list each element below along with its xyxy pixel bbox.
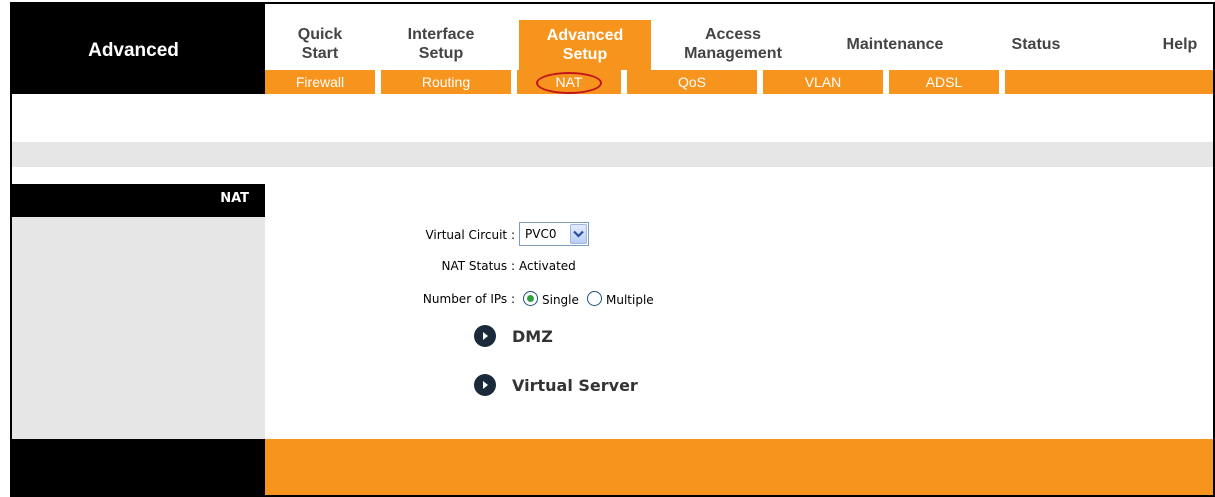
radio-multiple[interactable]: [587, 291, 602, 306]
tab-label-line1: Advanced: [546, 27, 624, 44]
radio-single-label: Single: [542, 293, 579, 307]
subtab-vlan[interactable]: VLAN: [763, 70, 883, 94]
section-title: NAT: [220, 191, 249, 206]
tab-interface-setup[interactable]: Interface Setup: [381, 18, 501, 70]
number-of-ips-label: Number of IPs :: [422, 292, 515, 306]
tab-quick-start[interactable]: Quick Start: [265, 18, 375, 70]
virtual-circuit-value: PVC0: [525, 227, 557, 241]
virtual-circuit-select[interactable]: PVC0: [519, 222, 589, 246]
virtual-circuit-label: Virtual Circuit :: [425, 228, 515, 242]
footer-left: [12, 439, 265, 495]
tab-access-management[interactable]: Access Management: [663, 18, 803, 70]
tab-label-line1: Quick: [297, 26, 343, 43]
tab-status[interactable]: Status: [993, 18, 1079, 70]
section-header: NAT: [12, 184, 265, 217]
tab-label-line1: Status: [1011, 35, 1061, 53]
tab-label-line1: Maintenance: [846, 35, 944, 53]
tab-label-line2: Setup: [562, 46, 608, 63]
tab-label-line1: Interface: [407, 26, 475, 43]
arrow-right-icon: [474, 325, 496, 347]
tab-advanced-setup[interactable]: Advanced Setup: [519, 20, 651, 70]
tab-label-line2: Start: [301, 45, 339, 62]
subtab-firewall[interactable]: Firewall: [265, 70, 375, 94]
subtab-adsl[interactable]: ADSL: [889, 70, 999, 94]
dmz-link[interactable]: DMZ: [474, 325, 553, 347]
tab-help[interactable]: Help: [1145, 18, 1213, 70]
radio-multiple-label: Multiple: [606, 293, 654, 307]
tab-label-line2: Setup: [418, 45, 464, 62]
chevron-down-icon: [570, 224, 587, 244]
divider-band: [12, 142, 1213, 167]
tab-label-line1: Help: [1162, 35, 1198, 53]
tab-label-line1: Access: [704, 26, 762, 43]
sub-nav: Firewall Routing NAT QoS VLAN ADSL: [265, 70, 1213, 94]
sidebar-panel: [12, 217, 265, 439]
radio-single[interactable]: [523, 291, 538, 306]
nat-status-value: Activated: [519, 259, 576, 273]
main-nav: Quick Start Interface Setup Advanced Setup …: [265, 4, 1213, 70]
subtab-routing[interactable]: Routing: [381, 70, 511, 94]
nat-highlight-oval: [536, 72, 602, 94]
virtual-server-link-label: Virtual Server: [512, 375, 638, 395]
router-admin-page: Advanced Quick Start Interface Setup Advan…: [10, 2, 1215, 497]
brand-panel: Advanced: [12, 4, 265, 94]
arrow-right-icon: [474, 374, 496, 396]
virtual-server-link[interactable]: Virtual Server: [474, 374, 638, 396]
radio-selected-dot: [527, 295, 534, 302]
tab-maintenance[interactable]: Maintenance: [825, 18, 965, 70]
nat-status-label: NAT Status :: [441, 259, 516, 273]
subtab-separator: [999, 70, 1005, 94]
tab-label-line2: Management: [684, 45, 782, 62]
dmz-link-label: DMZ: [512, 326, 553, 346]
footer-bar: [265, 439, 1213, 495]
subtab-qos[interactable]: QoS: [627, 70, 757, 94]
brand-title: Advanced: [88, 39, 179, 61]
